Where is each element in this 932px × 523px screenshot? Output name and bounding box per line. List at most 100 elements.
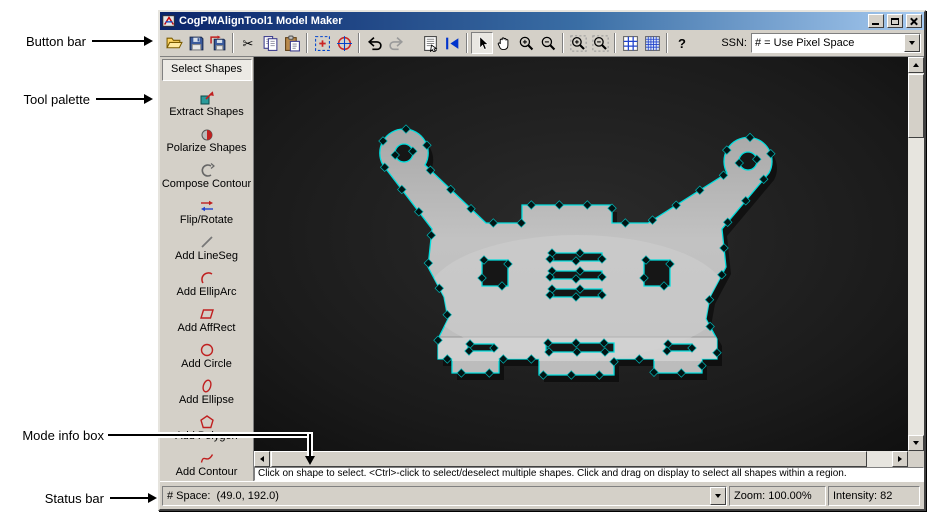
minimize-icon (872, 23, 879, 25)
palette-item-add-circle[interactable]: Add Circle (162, 337, 252, 373)
properties-button[interactable] (419, 32, 441, 54)
scroll-right-button[interactable] (892, 451, 908, 467)
palette-item-polarize-shapes[interactable]: Polarize Shapes (162, 121, 252, 157)
grid-fine-icon (644, 35, 660, 51)
add-elliparc-icon (199, 269, 215, 286)
add-polygon-icon (199, 413, 215, 430)
palette-item-add-lineseg[interactable]: Add LineSeg (162, 229, 252, 265)
run-marker-button[interactable] (441, 32, 463, 54)
add-lineseg-icon (199, 233, 215, 250)
annotation-tool-palette-line (96, 98, 144, 100)
annotation-status-bar-arrowhead (148, 493, 157, 503)
annotation-status-bar-line (110, 497, 148, 499)
toolbar-separator (466, 33, 468, 53)
copy-button[interactable] (259, 32, 281, 54)
grid-coarse-icon (622, 35, 638, 51)
open-file-button[interactable] (163, 32, 185, 54)
content-area: Select Shapes Extract Shapes Polarize Sh… (160, 57, 924, 481)
arrow-left-icon (260, 456, 264, 462)
paste-button[interactable] (281, 32, 303, 54)
redo-button[interactable] (385, 32, 407, 54)
toolbar-separator (358, 33, 360, 53)
title-bar[interactable]: CogPMAlignTool1 Model Maker (160, 12, 924, 30)
app-icon (162, 15, 175, 27)
undo-button[interactable] (363, 32, 385, 54)
train-origin-button[interactable] (333, 32, 355, 54)
close-button[interactable] (906, 14, 922, 28)
train-region-button[interactable] (311, 32, 333, 54)
palette-item-select-shapes[interactable]: Select Shapes (161, 59, 252, 81)
zoom-in-button[interactable] (515, 32, 537, 54)
annotation-button-bar-arrowhead (144, 36, 153, 46)
add-contour-icon (199, 449, 215, 466)
zoom-out-button[interactable] (537, 32, 559, 54)
add-ellipse-icon (199, 377, 215, 394)
polarize-shapes-icon (199, 125, 215, 142)
status-zoom-panel: Zoom: 100.00% (729, 485, 826, 506)
annotation-mode-info-box: Mode info box (22, 428, 104, 443)
ssn-label: SSN: (721, 37, 747, 49)
help-button[interactable]: ? (671, 32, 693, 54)
annotation-mode-info-hline (108, 434, 311, 436)
horizontal-scroll-track[interactable] (270, 451, 892, 467)
save-as-icon (209, 35, 225, 50)
train-origin-icon (336, 35, 352, 51)
window-title: CogPMAlignTool1 Model Maker (179, 15, 343, 27)
pan-button[interactable] (493, 32, 515, 54)
toolbar-separator (614, 33, 616, 53)
palette-item-add-elliparc[interactable]: Add EllipArc (162, 265, 252, 301)
minimize-button[interactable] (868, 14, 884, 28)
button-bar: ✂ ? SSN: # = Use Pixel Space (160, 30, 924, 57)
toolbar-separator (306, 33, 308, 53)
pan-hand-icon (497, 36, 508, 50)
space-name-combo-dropdown-button[interactable] (904, 34, 920, 52)
maximize-button[interactable] (887, 14, 903, 28)
arrow-right-icon (898, 456, 902, 462)
annotation-mode-info-arrowhead (305, 456, 315, 465)
select-pointer-button[interactable] (471, 32, 493, 54)
palette-item-compose-contour[interactable]: Compose Contour (162, 157, 252, 193)
palette-item-add-ellipse[interactable]: Add Ellipse (162, 373, 252, 409)
vertical-scroll-thumb[interactable] (908, 74, 924, 138)
palette-item-flip-rotate[interactable]: Flip/Rotate (162, 193, 252, 229)
zoom-in-icon (519, 36, 533, 50)
vertical-scroll-track[interactable] (908, 73, 924, 435)
run-marker-icon (445, 37, 458, 49)
cut-button[interactable]: ✂ (237, 32, 259, 54)
scroll-left-button[interactable] (254, 451, 270, 467)
status-zoom-text: Zoom: 100.00% (734, 489, 812, 502)
arrow-up-icon (913, 63, 919, 67)
toolbar-separator (562, 33, 564, 53)
maximize-icon (891, 17, 899, 25)
palette-item-extract-shapes[interactable]: Extract Shapes (162, 85, 252, 121)
horizontal-scrollbar[interactable] (254, 451, 908, 467)
redo-icon (388, 36, 403, 50)
vertical-scrollbar[interactable] (908, 57, 924, 451)
image-display[interactable] (254, 57, 908, 451)
grid-fine-button[interactable] (641, 32, 663, 54)
annotation-button-bar: Button bar (26, 34, 86, 49)
train-region-icon (314, 35, 330, 51)
space-name-combo[interactable]: # = Use Pixel Space (751, 33, 921, 53)
horizontal-scroll-thumb[interactable] (271, 451, 867, 467)
save-button[interactable] (185, 32, 207, 54)
save-as-button[interactable] (207, 32, 229, 54)
palette-item-add-affrect[interactable]: Add AffRect (162, 301, 252, 337)
palette-item-add-contour[interactable]: Add Contour (162, 445, 252, 481)
display-column: Click on shape to select. <Ctrl>-click t… (254, 57, 924, 481)
status-intensity-panel: Intensity: 82 (828, 485, 920, 506)
status-space-dropdown-button[interactable] (710, 486, 726, 505)
properties-icon (423, 35, 437, 52)
toolbar-separator (666, 33, 668, 53)
zoom-shrink-button[interactable] (589, 32, 611, 54)
chevron-down-icon (909, 41, 915, 45)
status-bar: # Space: (49.0, 192.0) Zoom: 100.00% Int… (160, 481, 924, 509)
palette-item-add-polygon[interactable]: Add Polygon (162, 409, 252, 445)
cut-icon: ✂ (242, 35, 254, 51)
zoom-expand-button[interactable] (567, 32, 589, 54)
status-space-panel[interactable]: # Space: (49.0, 192.0) (162, 485, 727, 506)
grid-coarse-button[interactable] (619, 32, 641, 54)
scroll-down-button[interactable] (908, 435, 924, 451)
scroll-up-button[interactable] (908, 57, 924, 73)
annotation-mode-info-vline (309, 434, 311, 456)
